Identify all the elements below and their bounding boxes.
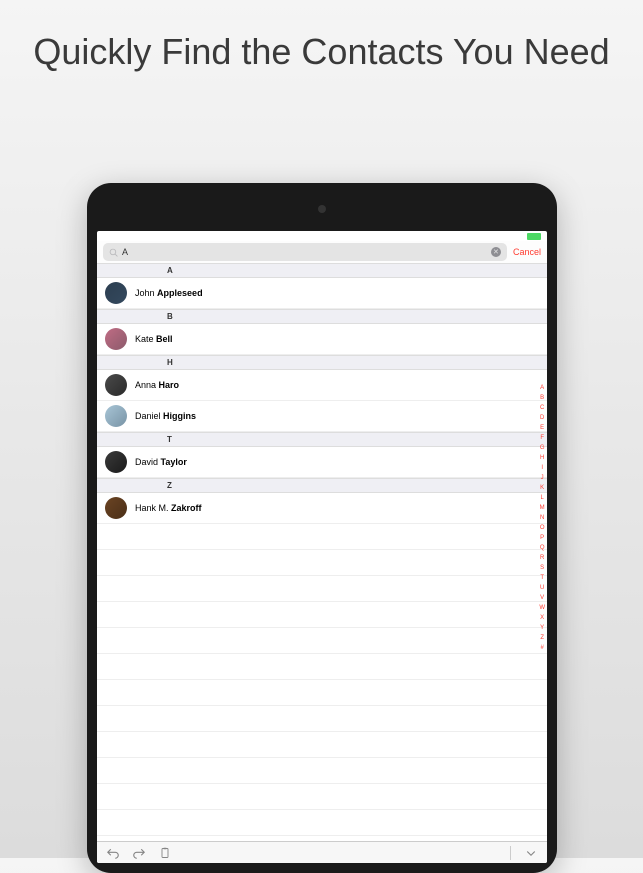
clear-search-button[interactable]: ✕ [491,247,501,257]
contact-row[interactable]: Daniel Higgins [97,401,547,432]
index-letter[interactable]: J [539,473,545,483]
avatar [105,497,127,519]
avatar [105,451,127,473]
index-letter[interactable]: P [539,533,545,543]
toolbar-separator [510,846,511,860]
index-letter[interactable]: Z [539,633,545,643]
index-letter[interactable]: Q [539,543,545,553]
contact-name: Hank M. Zakroff [135,503,202,513]
section-header: Z [97,478,547,493]
index-letter[interactable]: N [539,513,545,523]
status-bar [97,231,547,241]
index-letter[interactable]: A [539,383,545,393]
screen: ✕ Cancel A John Appleseed B Kate Bell [97,231,547,863]
contact-row[interactable]: Hank M. Zakroff [97,493,547,524]
cancel-button[interactable]: Cancel [513,247,541,257]
bottom-toolbar [97,841,547,863]
index-letter[interactable]: E [539,423,545,433]
section-header: H [97,355,547,370]
index-letter[interactable]: Y [539,623,545,633]
contact-row[interactable]: David Taylor [97,447,547,478]
section-header: A [97,263,547,278]
index-letter[interactable]: L [539,493,545,503]
index-letter[interactable]: T [539,573,545,583]
index-letter[interactable]: H [539,453,545,463]
clipboard-icon[interactable] [159,847,171,859]
avatar [105,374,127,396]
index-letter[interactable]: C [539,403,545,413]
contact-row[interactable]: Kate Bell [97,324,547,355]
index-letter[interactable]: X [539,613,545,623]
contact-name: Anna Haro [135,380,179,390]
ipad-device-frame: ✕ Cancel A John Appleseed B Kate Bell [87,183,557,873]
headline: Quickly Find the Contacts You Need [0,0,643,73]
index-letter[interactable]: B [539,393,545,403]
chevron-down-icon[interactable] [525,847,537,859]
index-letter[interactable]: O [539,523,545,533]
device-camera [318,205,326,213]
avatar [105,328,127,350]
contact-name: David Taylor [135,457,187,467]
redo-icon[interactable] [133,847,145,859]
index-letter[interactable]: I [539,463,545,473]
contact-row[interactable]: John Appleseed [97,278,547,309]
search-icon [109,248,118,257]
contact-name: Kate Bell [135,334,173,344]
index-letter[interactable]: W [539,603,545,613]
index-letter[interactable]: # [539,643,545,653]
search-input[interactable] [122,247,487,257]
avatar [105,405,127,427]
contact-row[interactable]: Anna Haro [97,370,547,401]
index-letter[interactable]: K [539,483,545,493]
alpha-index[interactable]: ABCDEFGHIJKLMNOPQRSTUVWXYZ# [539,383,545,653]
index-letter[interactable]: R [539,553,545,563]
index-letter[interactable]: F [539,433,545,443]
index-letter[interactable]: V [539,593,545,603]
index-letter[interactable]: S [539,563,545,573]
contact-name: Daniel Higgins [135,411,196,421]
section-header: B [97,309,547,324]
contacts-list: A John Appleseed B Kate Bell H [97,263,547,841]
contact-name: John Appleseed [135,288,203,298]
index-letter[interactable]: D [539,413,545,423]
section-header: T [97,432,547,447]
undo-icon[interactable] [107,847,119,859]
avatar [105,282,127,304]
index-letter[interactable]: U [539,583,545,593]
index-letter[interactable]: M [539,503,545,513]
index-letter[interactable]: G [539,443,545,453]
search-bar: ✕ Cancel [97,241,547,263]
battery-icon [527,233,541,240]
search-field[interactable]: ✕ [103,243,507,261]
empty-rows [97,524,547,836]
